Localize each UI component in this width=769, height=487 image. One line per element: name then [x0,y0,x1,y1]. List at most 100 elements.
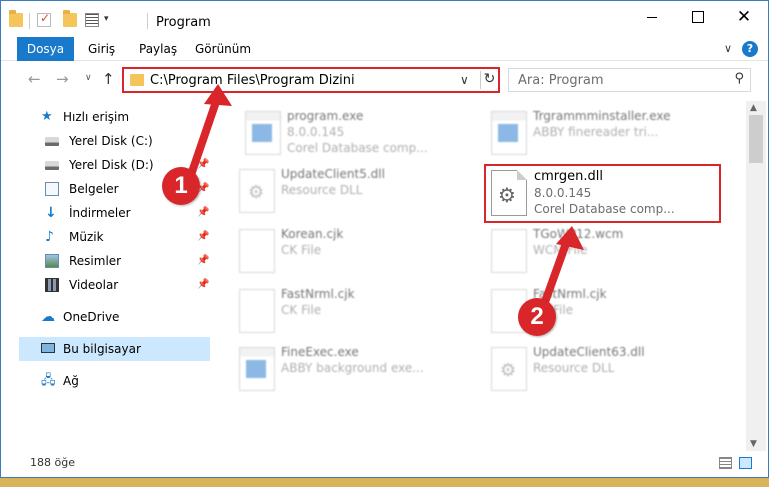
folder-icon [130,74,144,86]
minimize-button[interactable] [629,1,675,33]
sidebar-item-onedrive[interactable]: ☁ OneDrive [1,305,211,329]
refresh-icon[interactable]: ↻ [480,71,498,89]
expand-ribbon-chevron-icon[interactable]: ∨ [724,42,732,55]
back-arrow-icon[interactable]: ← [28,70,41,88]
documents-icon [45,182,59,196]
sidebar-item-label: Videolar [69,278,119,292]
file-item[interactable]: FastNrml.cjk CK File [233,283,465,341]
file-exe-icon [491,111,527,155]
file-item[interactable]: TGoWP12.wcm WCM File [485,223,717,281]
file-exe-icon [239,347,275,391]
pin-icon: 📌 [197,231,210,242]
new-folder-icon[interactable] [63,10,77,27]
file-item[interactable]: UpdateClient5.dll Resource DLL [233,163,465,221]
sidebar-item-music[interactable]: ♪ Müzik 📌 [1,225,211,249]
sidebar-item-label: Yerel Disk (D:) [69,158,154,172]
help-icon[interactable]: ? [742,41,758,57]
tab-view[interactable]: Görünüm [183,37,263,61]
status-bar: 188 öğe [1,451,768,477]
file-version: ABBY finereader tri... [533,125,659,139]
address-dropdown-chevron-icon[interactable]: ∨ [460,73,469,87]
file-description: Corel Database comp... [534,202,675,216]
file-name: UpdateClient5.dll [281,167,385,181]
sidebar-item-label: İndirmeler [69,206,131,220]
divider [29,13,30,29]
sidebar-item-label: Yerel Disk (C:) [69,134,153,148]
cloud-icon: ☁ [41,309,55,325]
pin-icon: 📌 [197,279,210,290]
search-icon[interactable]: ⚲ [734,71,744,86]
sidebar-item-videos[interactable]: Videolar 📌 [1,273,211,297]
search-box[interactable]: Ara: Program ⚲ [508,68,751,92]
search-placeholder[interactable]: Ara: Program [518,73,604,88]
sidebar-item-quick-access[interactable]: ★ Hızlı erişim [1,105,211,129]
file-name: Korean.cjk [281,227,344,241]
file-version: WCM File [533,243,588,257]
step-1-badge: 1 [162,167,200,205]
customize-quick-access-chevron-icon[interactable]: ▾ [104,14,109,24]
sidebar-item-label: Bu bilgisayar [63,342,141,356]
tab-share[interactable]: Paylaş [127,37,189,61]
music-icon: ♪ [45,229,54,245]
file-name: UpdateClient63.dll [533,345,645,359]
highlighted-file-cmrgen[interactable]: cmrgen.dll 8.0.0.145 Corel Database comp… [484,164,721,223]
sidebar-item-network[interactable]: 🖧 Ağ [1,369,211,393]
sidebar-item-label: Hızlı erişim [63,110,130,124]
scrollbar-thumb[interactable] [749,115,763,163]
file-version: 8.0.0.145 [287,125,345,139]
item-count: 188 öğe [30,456,75,469]
file-dll-icon [491,347,527,391]
sidebar-item-pictures[interactable]: Resimler 📌 [1,249,211,273]
file-version: Resource DLL [533,361,615,375]
pin-icon: 📌 [197,207,210,218]
file-icon [239,289,275,333]
file-item[interactable]: program.exe 8.0.0.145 Corel Database com… [239,105,471,163]
dll-gear-icon [491,170,527,216]
divider [147,13,148,29]
file-item[interactable]: UpdateClient63.dll Resource DLL [485,341,717,399]
folder-icon [9,10,23,27]
view-options-icon[interactable] [85,13,99,27]
network-icon: 🖧 [41,373,56,388]
recent-locations-chevron-icon[interactable]: ∨ [85,73,92,83]
file-name: cmrgen.dll [534,169,604,184]
file-list: program.exe 8.0.0.145 Corel Database com… [215,101,745,451]
navigation-bar: ← → ∨ ↑ C:\Program Files\Program Dizini … [1,62,768,98]
file-item[interactable]: Korean.cjk CK File [233,223,465,281]
close-button[interactable]: ✕ [721,1,767,33]
sidebar-item-label: Belgeler [69,182,119,196]
tab-file[interactable]: Dosya [17,37,74,61]
file-version: ABBY background exe... [281,361,424,375]
download-icon: ↓ [45,205,57,221]
sidebar-item-local-disk-c[interactable]: Yerel Disk (C:) [1,129,211,153]
file-name: program.exe [287,109,364,123]
maximize-button[interactable] [675,1,721,33]
sidebar-item-this-pc[interactable]: Bu bilgisayar [19,337,210,361]
drive-icon [45,161,59,170]
tiles-view-icon[interactable] [739,457,752,469]
sidebar-item-label: Resimler [69,254,122,268]
scroll-down-icon[interactable]: ▼ [750,439,757,449]
file-version: Resource DLL [281,183,363,197]
forward-arrow-icon[interactable]: → [56,70,69,88]
file-item[interactable]: Trgrammminstaller.exe ABBY finereader tr… [485,105,717,163]
vertical-scrollbar[interactable]: ▲ ▼ [746,101,766,451]
address-bar[interactable]: C:\Program Files\Program Dizini ∨ ↻ [122,67,500,93]
star-icon: ★ [41,109,53,124]
videos-icon [45,278,59,292]
file-icon [491,229,527,273]
ribbon-tabs: Dosya Giriş Paylaş Görünüm ∨ ? [1,37,768,61]
address-path[interactable]: C:\Program Files\Program Dizini [150,73,355,88]
properties-check-icon[interactable] [37,11,51,27]
sidebar-item-label: OneDrive [63,310,120,324]
file-item[interactable]: FineExec.exe ABBY background exe... [233,341,465,399]
window-title: Program [156,15,211,30]
file-version: CK File [281,303,322,317]
tab-home[interactable]: Giriş [76,37,127,61]
explorer-window: ▾ Program ✕ Dosya Giriş Paylaş Görünüm ∨… [0,0,769,478]
details-view-icon[interactable] [719,457,732,469]
up-arrow-icon[interactable]: ↑ [102,70,115,88]
file-exe-icon [245,111,281,155]
scroll-up-icon[interactable]: ▲ [750,103,757,113]
pin-icon: 📌 [197,159,210,170]
